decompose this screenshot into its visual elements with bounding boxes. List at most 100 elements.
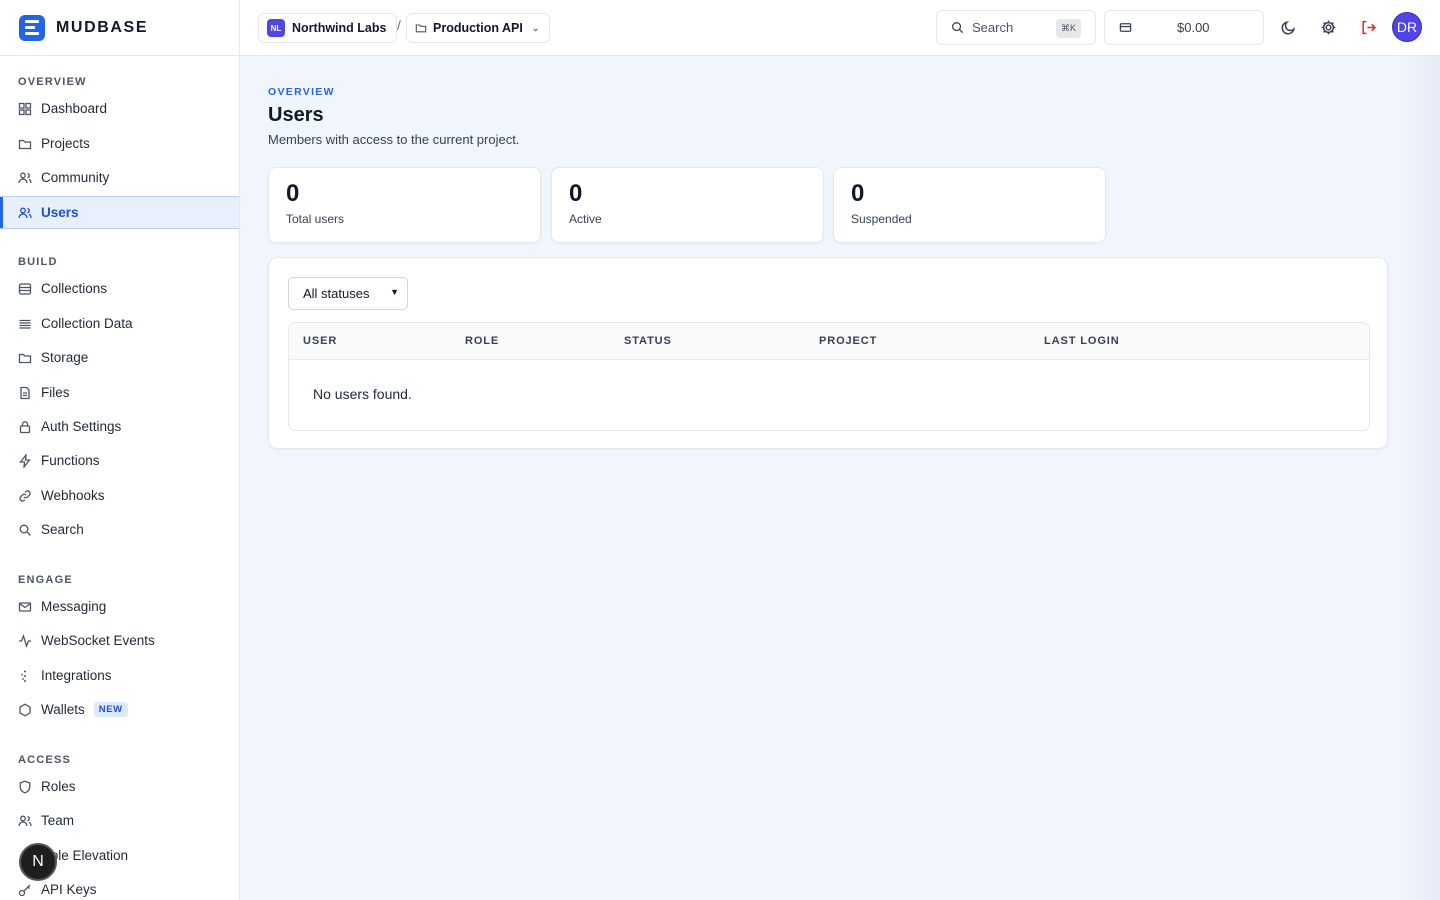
search-shortcut: ⌘K [1056,19,1081,38]
sidebar-item-label: Roles [41,779,76,794]
column-header-role[interactable]: ROLE [465,335,499,347]
column-header-user[interactable]: USER [303,335,337,347]
sidebar-item-files[interactable]: Files [0,376,239,409]
stat-card-total-users: 0 Total users [268,167,541,243]
sidebar-item-label: Dashboard [41,101,108,116]
gear-icon[interactable] [1318,17,1338,37]
org-switcher[interactable]: NL Northwind Labs [258,13,398,43]
mail-icon [18,600,32,614]
sidebar-item-label: Search [41,522,84,537]
sidebar-item-label: Projects [41,136,90,151]
users-panel: All statuses ▼ USER ROLE STATUS PROJECT … [268,257,1388,449]
balance-button[interactable]: $0.00 [1104,10,1264,45]
key-icon [18,883,32,897]
balance-amount: $0.00 [1177,20,1210,35]
sidebar-item-label: Messaging [41,599,107,614]
search-label: Search [972,20,1014,35]
sidebar-item-websocket-events[interactable]: WebSocket Events [0,624,239,657]
project-switcher[interactable]: Production API ⌄ [406,13,551,43]
sidebar-item-messaging[interactable]: Messaging [0,590,239,623]
logout-icon[interactable] [1358,17,1378,37]
org-badge: NL [267,19,285,37]
sidebar-item-label: Collection Data [41,316,133,331]
chevron-down-icon: ▼ [390,287,399,297]
page-subtitle: Members with access to the current proje… [268,132,520,147]
section-title-overview: OVERVIEW [18,76,87,88]
sidebar-item-storage[interactable]: Storage [0,341,239,374]
users-table: USER ROLE STATUS PROJECT LAST LOGIN No u… [288,322,1370,431]
new-badge: NEW [93,702,128,717]
sidebar-item-label: Collections [41,281,108,296]
database-icon [18,282,32,296]
sidebar-item-label: API Keys [41,882,97,897]
sidebar-item-label: Users [41,205,79,220]
sidebar: MUDBASE OVERVIEW Dashboard Projects Comm… [0,0,240,900]
chevron-down-icon: ⌄ [531,22,540,33]
search-icon [951,21,964,34]
status-filter-select[interactable]: All statuses ▼ [288,277,408,310]
sparkle-icon [18,669,32,683]
search-button[interactable]: Search ⌘K [936,10,1096,45]
sidebar-item-label: Community [41,170,110,185]
stat-value: 0 [569,180,583,207]
status-filter-value: All statuses [303,286,370,301]
stat-label: Total users [286,212,345,226]
sidebar-item-auth-settings[interactable]: Auth Settings [0,410,239,443]
folder-icon [415,22,427,34]
stat-label: Active [569,212,602,226]
sidebar-item-team[interactable]: Team [0,804,239,837]
scroll-shade [1400,56,1440,900]
sidebar-item-dashboard[interactable]: Dashboard [0,92,239,125]
breadcrumb-separator: / [397,17,401,33]
moon-icon[interactable] [1278,17,1298,37]
sidebar-item-label: Webhooks [41,488,105,503]
sidebar-item-collection-data[interactable]: Collection Data [0,307,239,340]
brand[interactable]: MUDBASE [0,0,239,56]
column-header-last-login[interactable]: LAST LOGIN [1044,335,1120,347]
sidebar-item-wallets[interactable]: Wallets NEW [0,693,239,726]
org-name: Northwind Labs [292,21,387,35]
section-title-engage: ENGAGE [18,574,73,586]
list-icon [18,317,32,331]
users-icon [18,814,32,828]
activity-icon [18,633,32,648]
bolt-icon [18,453,32,468]
stat-value: 0 [851,180,865,207]
stat-value: 0 [286,180,300,207]
sidebar-item-label: Auth Settings [41,419,122,434]
brand-name: MUDBASE [56,18,149,36]
page-title: Users [268,104,324,126]
sidebar-item-projects[interactable]: Projects [0,127,239,160]
sidebar-item-community[interactable]: Community [0,161,239,194]
link-icon [18,489,32,503]
sidebar-item-label: Files [41,385,70,400]
folder-icon [18,351,32,365]
hexagon-icon [18,702,32,717]
sidebar-item-label: Functions [41,453,100,468]
avatar[interactable]: DR [1392,12,1422,42]
folder-icon [18,137,32,151]
floating-n-badge[interactable]: N [19,843,57,881]
sidebar-item-integrations[interactable]: Integrations [0,659,239,692]
column-header-status[interactable]: STATUS [624,335,672,347]
section-title-build: BUILD [18,256,58,268]
sidebar-item-users[interactable]: Users [0,196,239,229]
brand-logo-icon [19,14,45,41]
search-icon [18,523,32,537]
sidebar-item-label: Integrations [41,668,112,683]
sidebar-item-search[interactable]: Search [0,513,239,546]
lock-icon [18,420,32,434]
project-name: Production API [433,21,523,35]
sidebar-item-label: Team [41,813,75,828]
stat-card-active: 0 Active [551,167,824,243]
sidebar-item-label: Storage [41,350,89,365]
card-icon [1119,21,1132,34]
sidebar-item-roles[interactable]: Roles [0,770,239,803]
table-header: USER ROLE STATUS PROJECT LAST LOGIN [289,323,1369,360]
column-header-project[interactable]: PROJECT [819,335,877,347]
sidebar-item-functions[interactable]: Functions [0,444,239,477]
users-icon [18,171,32,185]
page-eyebrow: OVERVIEW [268,86,335,98]
sidebar-item-webhooks[interactable]: Webhooks [0,479,239,512]
sidebar-item-collections[interactable]: Collections [0,272,239,305]
